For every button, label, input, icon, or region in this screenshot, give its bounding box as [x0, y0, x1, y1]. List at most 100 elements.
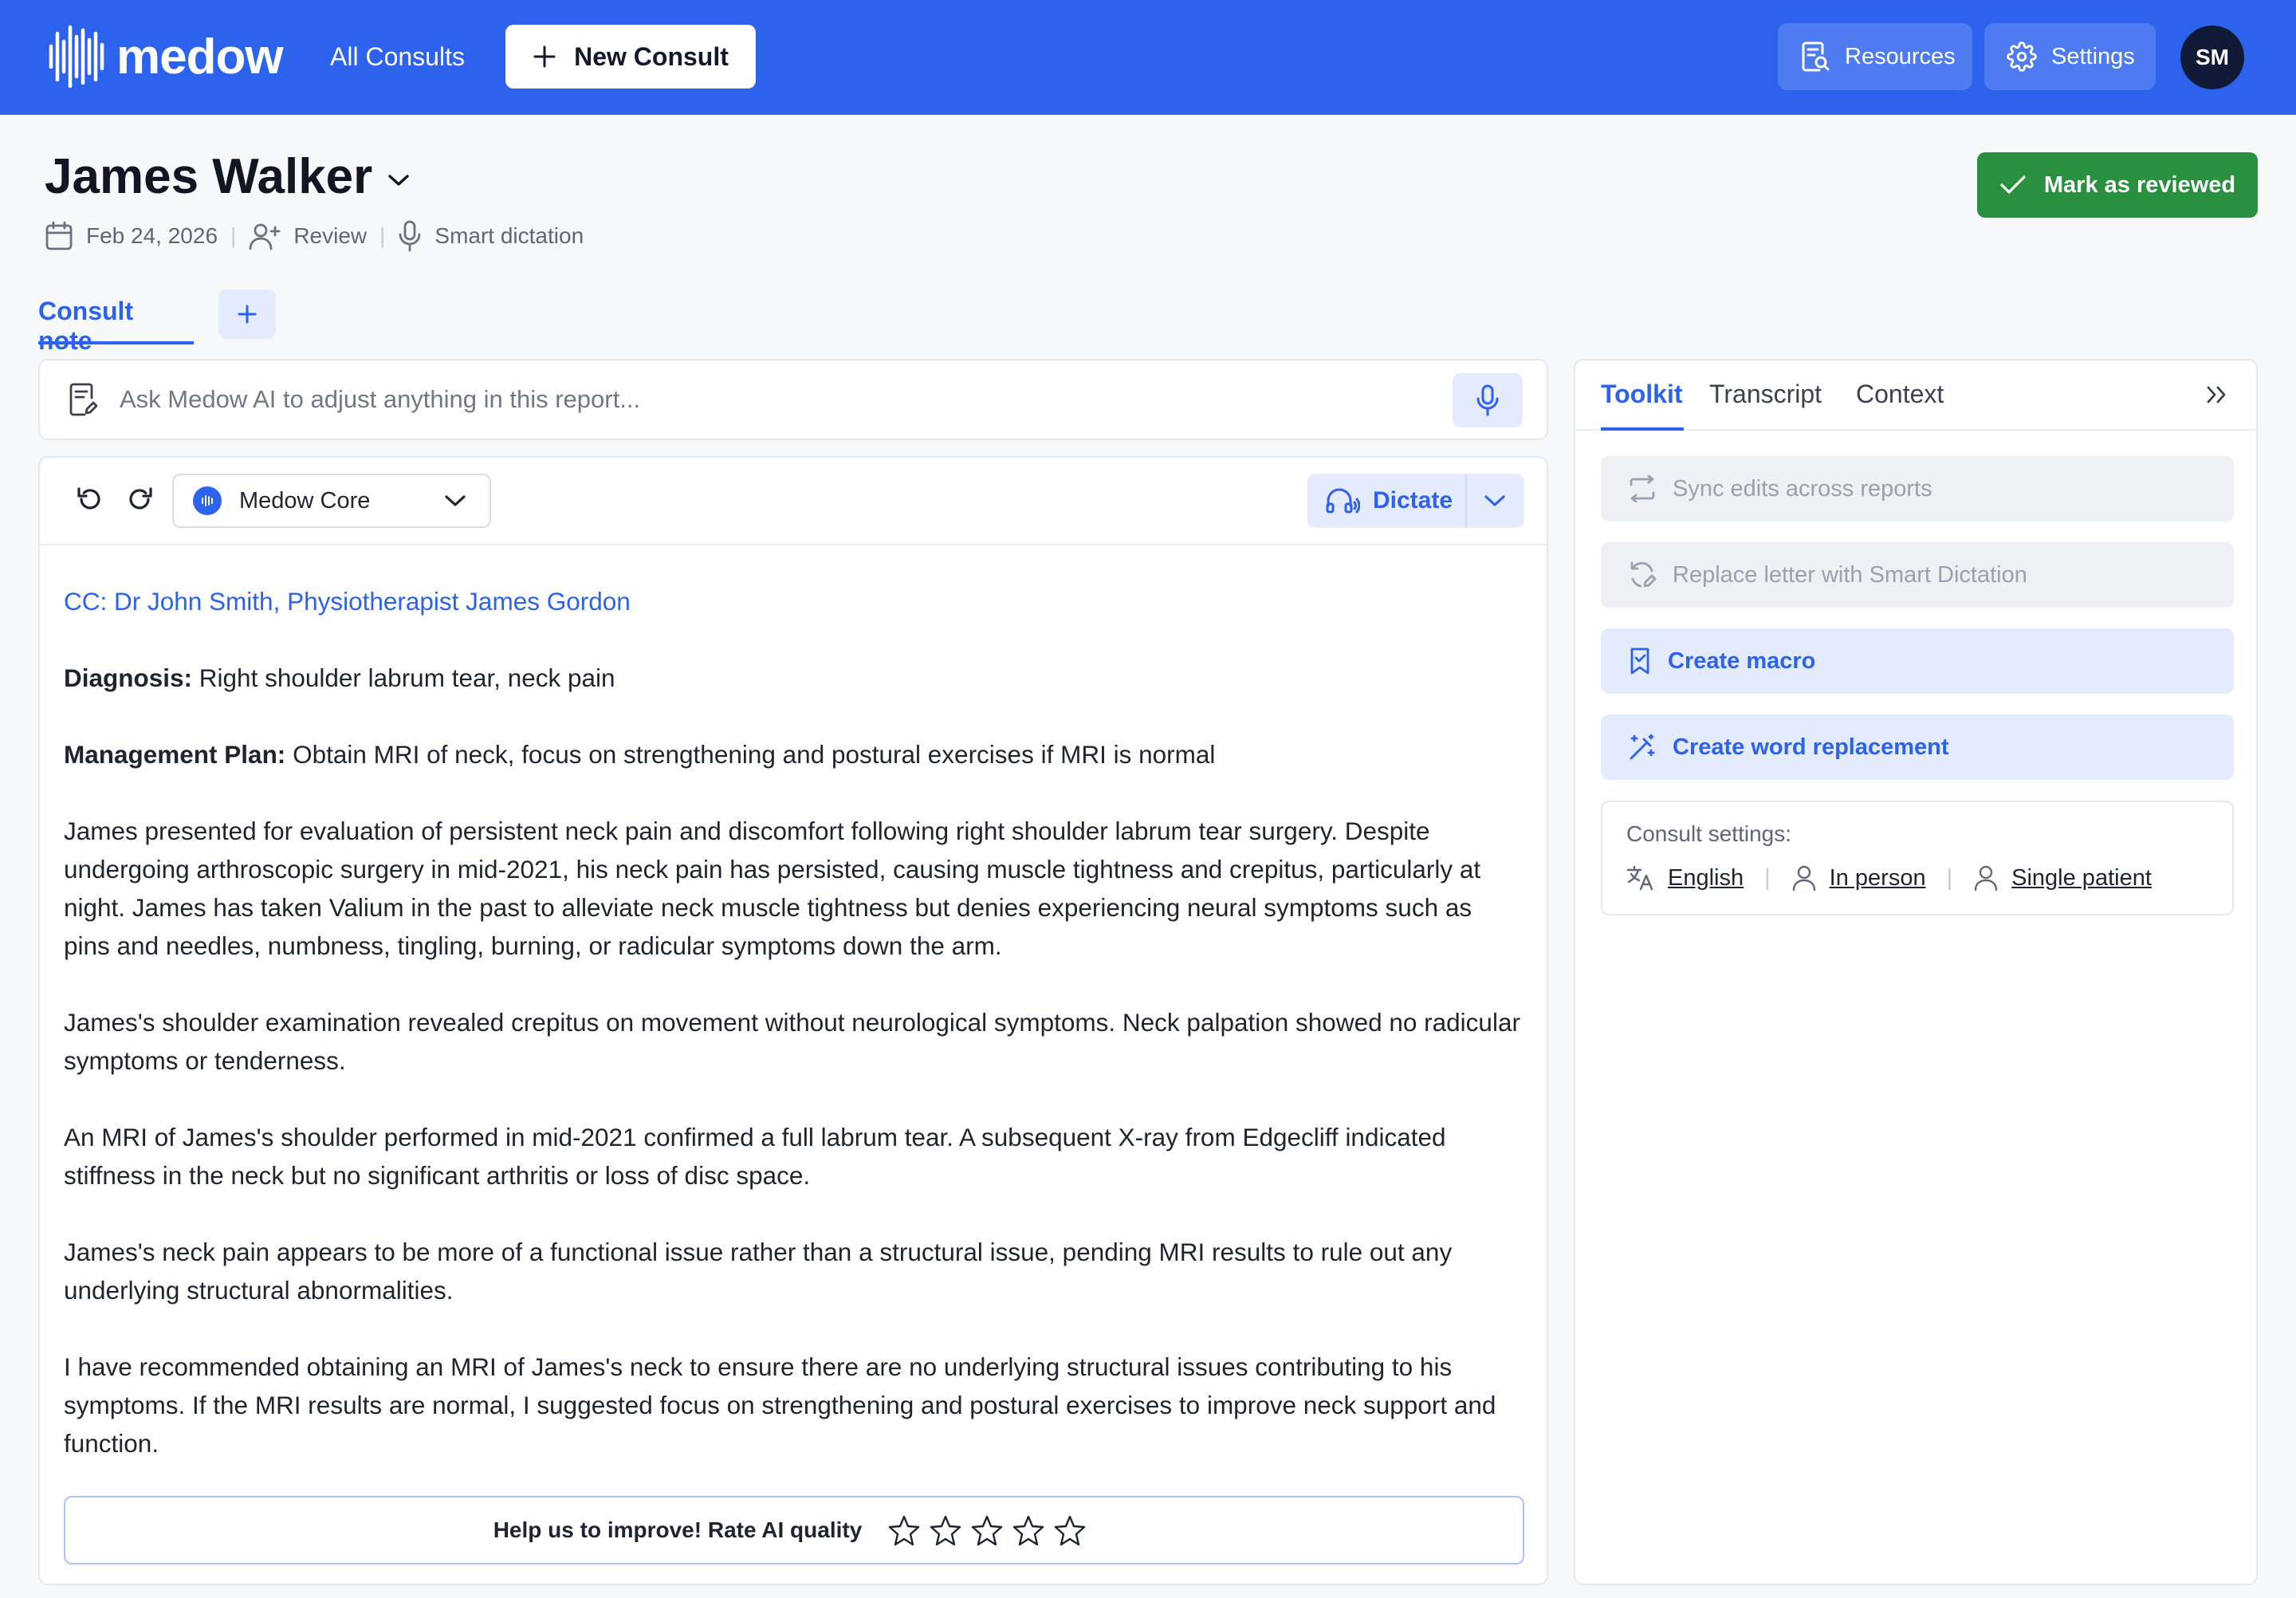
- redo-icon[interactable]: [126, 485, 155, 514]
- management-plan-text: Obtain MRI of neck, focus on strengtheni…: [285, 740, 1216, 769]
- check-icon: [2000, 175, 2026, 194]
- calendar-icon: [45, 221, 73, 250]
- patient-count-option[interactable]: Single patient: [2011, 865, 2152, 891]
- sync-edits-button[interactable]: Sync edits across reports: [1601, 456, 2234, 522]
- user-icon: [1974, 865, 1998, 891]
- tab-context[interactable]: Context: [1856, 380, 1944, 431]
- consult-mode-option[interactable]: In person: [1830, 865, 1926, 891]
- document-search-icon: [1802, 41, 1830, 72]
- meta-divider: |: [230, 223, 237, 248]
- plus-icon: [533, 45, 556, 68]
- panel-tabs: Toolkit Transcript Context: [1575, 360, 2256, 431]
- sync-edits-label: Sync edits across reports: [1673, 475, 1932, 502]
- user-icon: [1792, 865, 1815, 891]
- mark-as-reviewed-label: Mark as reviewed: [2043, 171, 2236, 198]
- diagnosis-text: Right shoulder labrum tear, neck pain: [192, 663, 615, 692]
- model-select[interactable]: Medow Core: [172, 474, 491, 528]
- consult-date[interactable]: Feb 24, 2026: [86, 223, 218, 249]
- settings-divider: |: [1946, 864, 1953, 891]
- note-paragraph: James's shoulder examination revealed cr…: [64, 1008, 1520, 1075]
- create-macro-label: Create macro: [1668, 647, 1816, 674]
- replace-letter-label: Replace letter with Smart Dictation: [1673, 561, 2027, 588]
- editor-toolbar: Medow Core Dictate: [40, 458, 1547, 545]
- consult-note-editor: Medow Core Dictate CC: Dr John Smith, Ph…: [38, 456, 1548, 1585]
- waveform-icon: [49, 25, 104, 89]
- double-chevron-right-icon[interactable]: [2205, 384, 2229, 405]
- note-diagnosis: Diagnosis: Right shoulder labrum tear, n…: [64, 659, 1523, 697]
- ask-ai-bar: [38, 359, 1548, 440]
- avatar[interactable]: SM: [2180, 26, 2244, 89]
- star-outline-icon[interactable]: [887, 1514, 921, 1546]
- star-outline-icon[interactable]: [929, 1514, 962, 1546]
- resources-button[interactable]: Resources: [1778, 23, 1972, 90]
- consult-meta: Feb 24, 2026 | Review | Smart dictation: [45, 220, 584, 252]
- star-outline-icon[interactable]: [970, 1514, 1004, 1546]
- toolkit-panel: Toolkit Transcript Context Sync edits ac…: [1574, 359, 2258, 1585]
- resources-label: Resources: [1845, 43, 1956, 69]
- logo-text: medow: [116, 29, 284, 85]
- note-paragraph: James presented for evaluation of persis…: [64, 817, 1481, 960]
- note-management-plan: Management Plan: Obtain MRI of neck, foc…: [64, 735, 1523, 773]
- app-logo[interactable]: medow: [48, 24, 284, 89]
- chevron-down-icon: [445, 495, 466, 506]
- dictate-split-button: Dictate: [1307, 474, 1524, 528]
- magic-wand-icon: [1630, 734, 1655, 760]
- dictate-label: Dictate: [1373, 487, 1453, 514]
- nav-all-consults[interactable]: All Consults: [330, 33, 465, 80]
- star-rating: [887, 1514, 1095, 1546]
- top-bar: medow All Consults New Consult Resources: [0, 0, 2296, 115]
- dictation-mode-label[interactable]: Smart dictation: [434, 223, 584, 249]
- patient-name: James Walker: [45, 149, 373, 204]
- star-outline-icon[interactable]: [1012, 1514, 1045, 1546]
- language-option[interactable]: English: [1668, 865, 1744, 891]
- note-paragraph: An MRI of James's shoulder performed in …: [64, 1123, 1446, 1190]
- plus-icon: [238, 305, 257, 324]
- tab-transcript[interactable]: Transcript: [1709, 380, 1822, 431]
- microphone-icon: [1476, 384, 1499, 416]
- bookmark-check-icon: [1630, 647, 1649, 675]
- note-paragraph: I have recommended obtaining an MRI of J…: [64, 1352, 1496, 1458]
- consult-settings-row: English | In person | Single patient: [1626, 864, 2152, 891]
- tab-toolkit[interactable]: Toolkit: [1601, 380, 1684, 431]
- consult-settings-title: Consult settings:: [1626, 821, 1791, 846]
- user-plus-icon: [249, 223, 281, 250]
- refresh-edit-icon: [1630, 561, 1657, 588]
- sync-arrows-icon: [1630, 475, 1655, 502]
- management-plan-label: Management Plan:: [64, 740, 286, 769]
- undo-icon[interactable]: [75, 485, 104, 514]
- rating-prompt: Help us to improve! Rate AI quality: [493, 1517, 863, 1542]
- note-paragraph: James's neck pain appears to be more of …: [64, 1238, 1453, 1305]
- replace-letter-button[interactable]: Replace letter with Smart Dictation: [1601, 542, 2234, 608]
- model-name: Medow Core: [239, 487, 371, 514]
- meta-divider: |: [379, 223, 386, 248]
- chevron-down-icon: [1484, 495, 1505, 506]
- mark-as-reviewed-button[interactable]: Mark as reviewed: [1977, 152, 2258, 218]
- tab-consult-note[interactable]: Consult note: [38, 292, 194, 355]
- new-consult-label: New Consult: [574, 41, 729, 71]
- headset-icon: [1326, 488, 1360, 514]
- star-outline-icon[interactable]: [1053, 1514, 1087, 1546]
- dictate-button[interactable]: Dictate: [1307, 474, 1467, 528]
- gear-icon: [2007, 41, 2037, 72]
- create-word-replacement-button[interactable]: Create word replacement: [1601, 714, 2234, 780]
- consult-settings-card: Consult settings: English | In person |: [1601, 801, 2234, 915]
- add-tab-button[interactable]: [218, 289, 276, 339]
- ask-ai-input[interactable]: [120, 385, 1459, 414]
- note-body[interactable]: CC: Dr John Smith, Physiotherapist James…: [64, 582, 1523, 1501]
- diagnosis-label: Diagnosis:: [64, 663, 193, 692]
- rate-ai-quality-bar: Help us to improve! Rate AI quality: [64, 1496, 1524, 1565]
- settings-button[interactable]: Settings: [1984, 23, 2156, 90]
- dictate-options-button[interactable]: [1467, 474, 1523, 528]
- create-word-replacement-label: Create word replacement: [1673, 734, 1949, 760]
- new-consult-button[interactable]: New Consult: [505, 25, 756, 89]
- ask-ai-mic-button[interactable]: [1453, 373, 1523, 427]
- model-logo-icon: [193, 486, 222, 515]
- note-cc: CC: Dr John Smith, Physiotherapist James…: [64, 587, 631, 616]
- patient-name-selector[interactable]: James Walker: [45, 148, 411, 205]
- translate-icon: [1626, 865, 1653, 891]
- microphone-icon: [399, 220, 421, 252]
- settings-divider: |: [1764, 864, 1771, 891]
- review-label[interactable]: Review: [293, 223, 367, 249]
- chevron-down-icon: [388, 174, 409, 186]
- create-macro-button[interactable]: Create macro: [1601, 628, 2234, 694]
